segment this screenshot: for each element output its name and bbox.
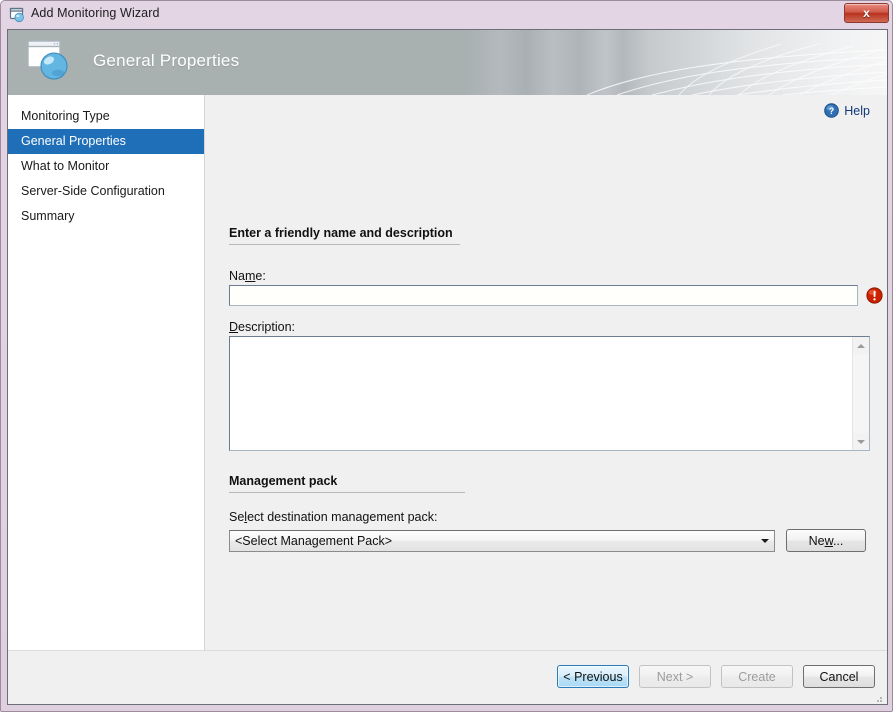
error-icon (866, 287, 883, 304)
dropdown-arrow-box (756, 531, 774, 551)
globe-mesh-graphic (557, 30, 887, 95)
next-button-label: Next > (657, 670, 693, 684)
window-title: Add Monitoring Wizard (31, 6, 160, 20)
description-label-accesskey: D (229, 320, 238, 334)
name-field-label: Name: (229, 269, 266, 283)
sidebar-item-label: Monitoring Type (21, 109, 110, 123)
wizard-banner: General Properties (8, 30, 887, 95)
previous-button-label: < Previous (563, 670, 622, 684)
new-label-pre: Ne (809, 534, 825, 548)
new-label-accesskey: w (825, 534, 833, 548)
banner-title: General Properties (93, 51, 239, 71)
client-area: General Properties Monitoring Type Gener… (7, 29, 888, 705)
description-label-post: escription: (238, 320, 295, 334)
svg-text:?: ? (829, 106, 835, 116)
previous-button[interactable]: < Previous (557, 665, 629, 688)
create-button: Create (721, 665, 793, 688)
management-pack-select-label: Select destination management pack: (229, 510, 437, 524)
sidebar-item-monitoring-type[interactable]: Monitoring Type (8, 104, 204, 129)
help-label: Help (844, 104, 870, 118)
help-link[interactable]: ? Help (824, 103, 870, 118)
management-pack-selected-value: <Select Management Pack> (235, 534, 392, 548)
chevron-up-icon (857, 344, 865, 348)
name-label-post: e: (255, 269, 265, 283)
close-icon: x (863, 7, 870, 19)
sidebar-item-server-side-configuration[interactable]: Server-Side Configuration (8, 179, 204, 204)
new-button-label: New... (809, 534, 844, 548)
close-button[interactable]: x (844, 3, 889, 23)
mp-label-pre: Se (229, 510, 244, 524)
friendly-name-section-heading: Enter a friendly name and description (229, 226, 460, 245)
description-scrollbar[interactable] (852, 337, 869, 450)
sidebar-item-summary[interactable]: Summary (8, 204, 204, 229)
sidebar-item-label: What to Monitor (21, 159, 109, 173)
sidebar-item-general-properties[interactable]: General Properties (8, 129, 204, 154)
wizard-footer: < Previous Next > Create Cancel (8, 650, 887, 705)
management-pack-section-heading: Management pack (229, 474, 465, 493)
sidebar-item-label: General Properties (21, 134, 126, 148)
title-bar: Add Monitoring Wizard x (1, 1, 893, 29)
name-label-pre: Na (229, 269, 245, 283)
description-field-wrapper (229, 336, 870, 451)
management-pack-dropdown[interactable]: <Select Management Pack> (229, 530, 775, 552)
name-input[interactable] (229, 285, 858, 306)
sidebar-item-label: Server-Side Configuration (21, 184, 165, 198)
create-button-label: Create (738, 670, 776, 684)
chevron-down-icon (857, 440, 865, 444)
chevron-down-icon (761, 539, 769, 543)
next-button: Next > (639, 665, 711, 688)
help-icon: ? (824, 103, 839, 118)
new-management-pack-button[interactable]: New... (786, 529, 866, 552)
name-label-accesskey: m (245, 269, 255, 283)
mp-label-post: ect destination management pack: (247, 510, 437, 524)
sidebar-item-label: Summary (21, 209, 74, 223)
wizard-window-icon (9, 7, 26, 23)
wizard-banner-icon (23, 37, 79, 87)
scroll-up-button[interactable] (853, 337, 869, 354)
scroll-down-button[interactable] (853, 433, 869, 450)
wizard-step-sidebar: Monitoring Type General Properties What … (8, 95, 205, 650)
new-label-post: ... (833, 534, 843, 548)
wizard-window: Add Monitoring Wizard x (0, 0, 893, 712)
cancel-button-label: Cancel (820, 670, 859, 684)
wizard-content-pane: ? Help Enter a friendly name and descrip… (205, 95, 887, 650)
resize-grip-icon[interactable] (872, 691, 884, 703)
cancel-button[interactable]: Cancel (803, 665, 875, 688)
description-textarea[interactable] (230, 337, 852, 450)
description-field-label: Description: (229, 320, 295, 334)
sidebar-item-what-to-monitor[interactable]: What to Monitor (8, 154, 204, 179)
